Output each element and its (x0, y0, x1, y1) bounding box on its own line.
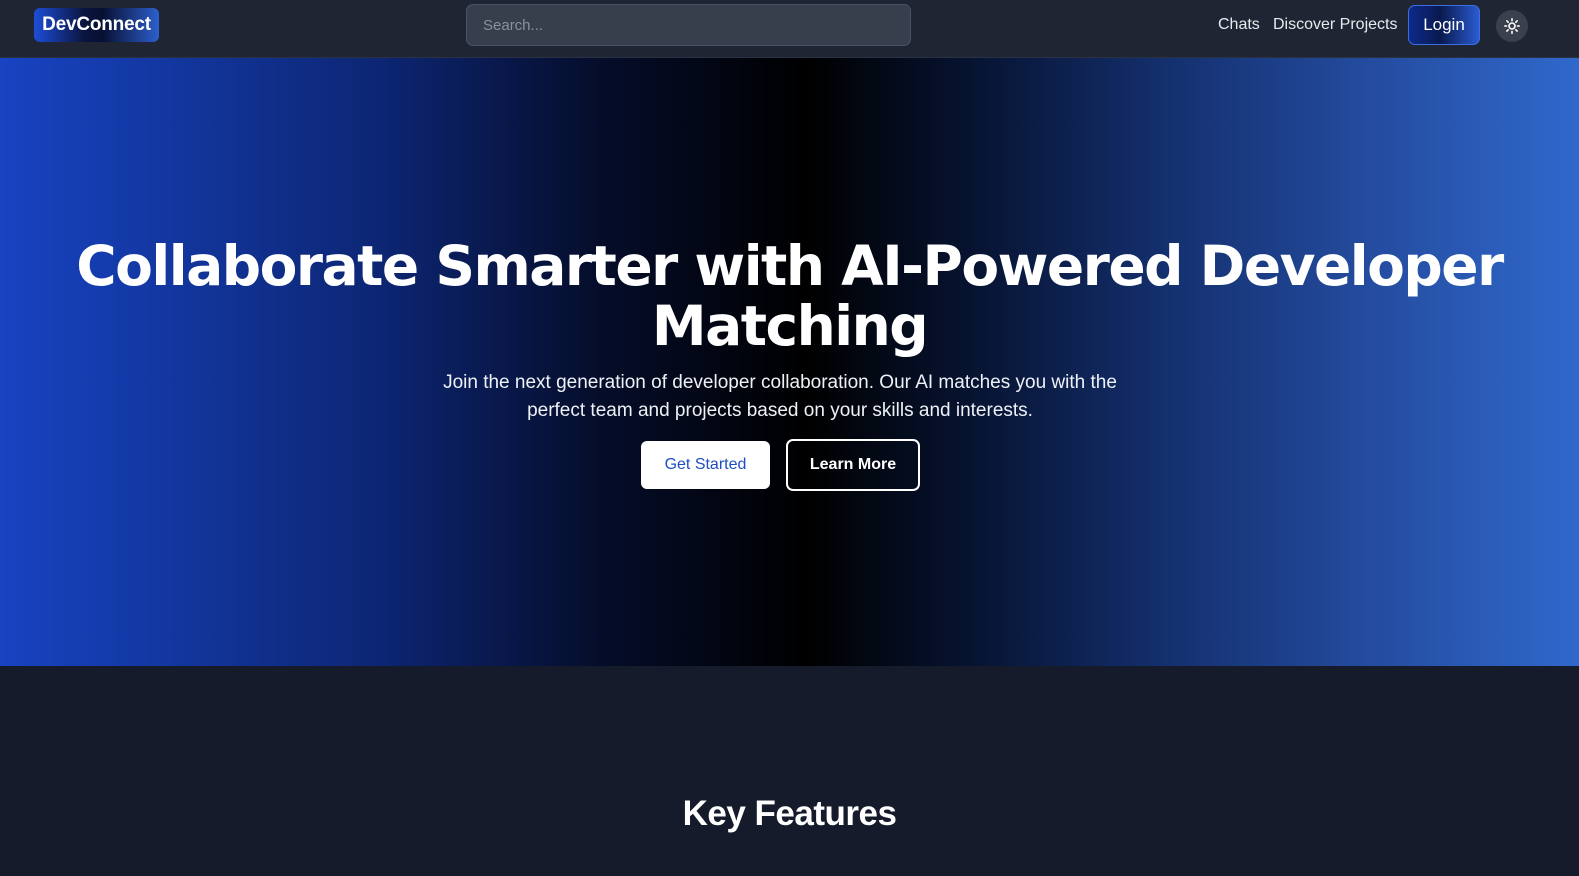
navbar: DevConnect Chats Discover Projects Login (0, 0, 1579, 58)
theme-toggle-button[interactable] (1496, 10, 1528, 42)
logo[interactable]: DevConnect (34, 8, 159, 42)
hero-title: Collaborate Smarter with AI-Powered Deve… (76, 234, 1504, 358)
nav-link-discover-projects[interactable]: Discover Projects (1273, 16, 1397, 34)
features-title: Key Features (682, 794, 897, 833)
search-input[interactable] (466, 4, 911, 46)
hero-section: Collaborate Smarter with AI-Powered Deve… (0, 58, 1579, 666)
login-button[interactable]: Login (1408, 5, 1480, 45)
learn-more-button[interactable]: Learn More (786, 439, 920, 491)
sun-icon (1504, 18, 1520, 34)
features-section: Key Features (0, 666, 1579, 876)
get-started-button[interactable]: Get Started (641, 441, 770, 489)
nav-link-chats[interactable]: Chats (1218, 16, 1260, 34)
hero-subtitle: Join the next generation of developer co… (443, 372, 1117, 421)
